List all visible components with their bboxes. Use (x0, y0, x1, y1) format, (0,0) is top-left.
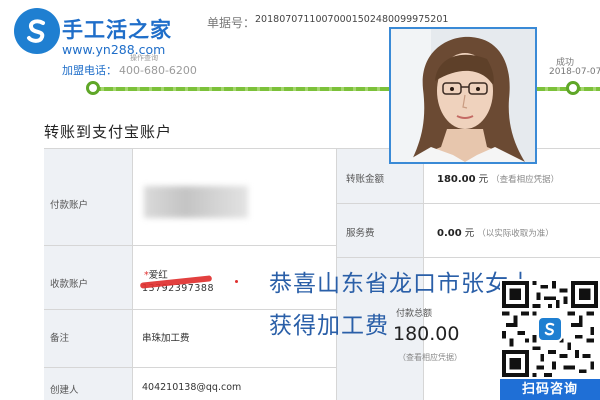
brand-logo-icon (14, 8, 60, 54)
fee-amount-value: 0.00 (437, 228, 462, 239)
row-divider (44, 245, 336, 246)
total-value: 180.00 (393, 323, 460, 345)
creator-value: 404210138@qq.com (142, 382, 242, 393)
progress-date: 2018-07-07 16 (549, 67, 600, 77)
payee-label: 收款账户 (50, 279, 89, 290)
page-title: 转账到支付宝账户 (44, 123, 173, 141)
receipt-value: 20180707110070001502480099975201 (255, 14, 449, 25)
creator-label: 创建人 (50, 385, 79, 396)
total-label: 付款总额 (396, 309, 433, 319)
person-portrait-icon (391, 29, 535, 162)
remark-value: 串珠加工费 (142, 333, 190, 344)
s-swirl-icon (27, 19, 45, 43)
red-dot (235, 280, 238, 283)
left-label-column (44, 149, 132, 400)
fee-label: 服务费 (346, 228, 375, 239)
fee-row: 0.00 元 （以实际收取为准） (437, 225, 554, 239)
s-swirl-icon (544, 322, 555, 336)
progress-end-dot (566, 81, 580, 95)
phone-label: 加盟电话： (62, 64, 117, 77)
row-divider (336, 257, 600, 258)
qr-center-logo-icon (537, 316, 563, 342)
qr-code-panel[interactable]: 扫码咨询 (500, 279, 600, 400)
transfer-amount-unit: 元 (478, 174, 489, 185)
payee-name: *爱红 (144, 267, 168, 281)
brand-phone: 加盟电话： 400-680-6200 (62, 62, 197, 78)
scan-consult-button[interactable]: 扫码咨询 (500, 379, 600, 400)
transfer-amount-row: 180.00 元 （查看相应凭据） (437, 171, 559, 185)
remark-label: 备注 (50, 333, 70, 344)
column-divider (132, 149, 133, 400)
payer-label: 付款账户 (50, 200, 89, 211)
brand-name: 手工活之家 (62, 17, 172, 42)
progress-start-dot (86, 81, 100, 95)
overlay-caption-line2: 获得加工费 (269, 313, 389, 339)
overlay-caption-line1: 恭喜山东省龙口市张女士 (269, 271, 533, 297)
transfer-amount-label: 转账金额 (346, 174, 385, 185)
transfer-amount-note: （查看相应凭据） (491, 175, 560, 185)
total-note: （查看相应凭据） (398, 353, 462, 362)
fee-note: （以实际收取为准） (477, 229, 554, 239)
row-divider (44, 367, 336, 368)
payer-account-redacted (144, 186, 248, 218)
phone-number: 400-680-6200 (119, 64, 197, 77)
receipt-number: 单据号： 20180707110070001502480099975201 (207, 14, 448, 31)
fee-unit: 元 (464, 228, 475, 239)
row-divider (336, 203, 600, 204)
transfer-amount-value: 180.00 (437, 174, 476, 185)
portrait-photo (389, 27, 537, 164)
receipt-label: 单据号： (207, 16, 256, 30)
